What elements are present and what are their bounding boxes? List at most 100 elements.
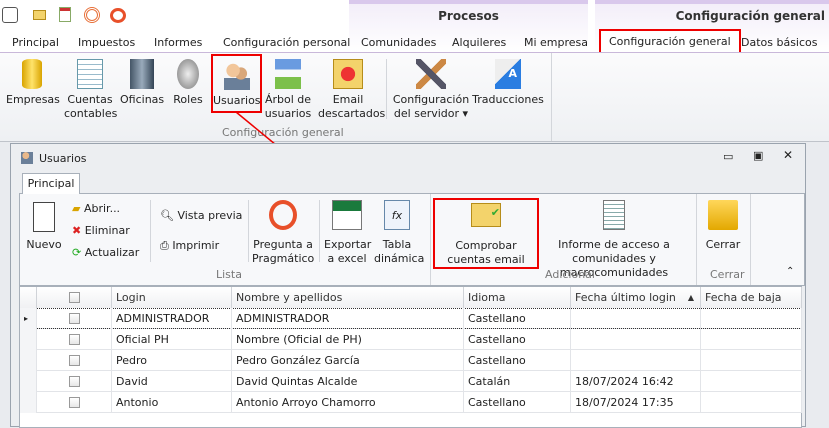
collapse-ribbon-icon[interactable]: ⌃: [786, 266, 794, 277]
checkbox[interactable]: [69, 292, 80, 303]
label: Imprimir: [172, 239, 220, 252]
vista-previa-button[interactable]: 🔍︎ Vista previa: [160, 209, 242, 223]
table-row[interactable]: Pedro Pedro González García Castellano: [20, 350, 802, 371]
tab-principal[interactable]: Principal: [22, 173, 80, 194]
group-label-lista: Lista: [216, 268, 242, 281]
row-indicator: [20, 329, 37, 350]
column-fecha-baja[interactable]: Fecha de baja: [701, 287, 802, 308]
report-icon: [603, 200, 625, 230]
label: Fecha último login: [575, 291, 676, 304]
abrir-button[interactable]: ▰ Abrir...: [72, 202, 120, 216]
label: Exportar a excel: [324, 238, 372, 265]
checkbox[interactable]: [69, 397, 80, 408]
cell: [701, 371, 802, 392]
row-select[interactable]: [37, 371, 112, 392]
cell: [701, 329, 802, 350]
separator: [430, 194, 431, 285]
column-nombre[interactable]: Nombre y apellidos: [232, 287, 464, 308]
robot-icon: [269, 200, 297, 230]
email-check-icon: ✔: [471, 203, 501, 227]
nuevo-button[interactable]: Nuevo: [24, 202, 64, 252]
table-row[interactable]: David David Quintas Alcalde Catalán 18/07/2…: [20, 371, 802, 392]
column-idioma[interactable]: Idioma: [464, 287, 571, 308]
table-row[interactable]: Antonio Antonio Arroyo Chamorro Castellano…: [20, 392, 802, 413]
cell: 18/07/2024 16:42: [571, 371, 701, 392]
window-ribbon: Nuevo ▰ Abrir... ✖ Eliminar ⟳ Actualizar…: [19, 193, 805, 286]
row-select[interactable]: [37, 329, 112, 350]
label: Vista previa: [177, 209, 243, 222]
cell: [701, 308, 802, 329]
minimize-button[interactable]: ▭: [723, 150, 733, 163]
cell: ADMINISTRADOR: [112, 308, 232, 329]
select-all-header[interactable]: [37, 287, 112, 308]
comprobar-cuentas-button[interactable]: ✔ Comprobar cuentas email: [433, 198, 539, 269]
separator: [150, 200, 151, 262]
group-label-adicional: Adicional: [545, 268, 595, 281]
imprimir-button[interactable]: ⎙ Imprimir: [160, 239, 219, 253]
users-icon: [21, 152, 33, 164]
pregunta-button[interactable]: Pregunta a Pragmático: [252, 200, 314, 266]
cell: [701, 392, 802, 413]
users-grid: Login Nombre y apellidos Idioma Fecha úl…: [19, 286, 802, 428]
cell: [571, 350, 701, 371]
table-row[interactable]: Oficial PH Nombre (Oficial de PH) Castella…: [20, 329, 802, 350]
function-icon: fx: [384, 200, 410, 230]
separator: [750, 194, 751, 285]
window-title: Usuarios: [39, 152, 87, 165]
row-indicator: ▸: [20, 308, 37, 329]
checkbox[interactable]: [69, 313, 80, 324]
cell: ADMINISTRADOR: [232, 308, 464, 329]
label: Abrir...: [83, 202, 121, 215]
grid-header: Login Nombre y apellidos Idioma Fecha úl…: [20, 287, 802, 308]
folder-exit-icon: [708, 200, 738, 230]
cell: Antonio Arroyo Chamorro: [232, 392, 464, 413]
refresh-icon: ⟳: [72, 246, 82, 259]
eliminar-button[interactable]: ✖ Eliminar: [72, 224, 130, 238]
row-indicator: [20, 371, 37, 392]
cell: Oficial PH: [112, 329, 232, 350]
checkbox[interactable]: [69, 334, 80, 345]
group-label-cerrar: Cerrar: [710, 268, 745, 281]
cell: Castellano: [464, 392, 571, 413]
printer-icon: ⎙: [160, 239, 169, 252]
cell: [571, 308, 701, 329]
sort-ascending-icon: ▲: [687, 293, 694, 302]
checkbox[interactable]: [69, 355, 80, 366]
cell: Catalán: [464, 371, 571, 392]
row-select[interactable]: [37, 392, 112, 413]
table-row[interactable]: ▸ ADMINISTRADOR ADMINISTRADOR Castellano: [20, 308, 802, 329]
cerrar-button[interactable]: Cerrar: [702, 200, 744, 252]
exportar-button[interactable]: Exportar a excel: [324, 200, 372, 266]
cell: 18/07/2024 17:35: [571, 392, 701, 413]
column-fecha-ultimo-login[interactable]: Fecha último login ▲: [571, 287, 701, 308]
separator: [319, 200, 320, 262]
new-document-icon: [33, 202, 55, 232]
actualizar-button[interactable]: ⟳ Actualizar: [72, 246, 139, 260]
separator: [696, 194, 697, 285]
tabla-dinamica-button[interactable]: fx Tabla dinámica: [374, 200, 424, 266]
preview-icon: 🔍︎: [160, 209, 174, 222]
cell: Castellano: [464, 308, 571, 329]
cell: [701, 350, 802, 371]
label: Pregunta a Pragmático: [252, 238, 315, 265]
checkbox[interactable]: [69, 376, 80, 387]
cell: Pedro González García: [232, 350, 464, 371]
label: Comprobar cuentas email: [447, 239, 525, 266]
indicator-header: [20, 287, 37, 308]
excel-icon: [332, 200, 362, 230]
row-select[interactable]: [37, 350, 112, 371]
cell: Nombre (Oficial de PH): [232, 329, 464, 350]
label: Tabla dinámica: [374, 238, 425, 265]
row-indicator: [20, 350, 37, 371]
column-login[interactable]: Login: [112, 287, 232, 308]
cell: [571, 329, 701, 350]
label: Cerrar: [705, 238, 741, 251]
close-button[interactable]: ✕: [783, 148, 793, 162]
label: Eliminar: [84, 224, 130, 237]
cell: Castellano: [464, 350, 571, 371]
label: Actualizar: [84, 246, 140, 259]
cell: Antonio: [112, 392, 232, 413]
restore-button[interactable]: ▣: [753, 149, 763, 162]
row-select[interactable]: [37, 308, 112, 329]
delete-icon: ✖: [72, 224, 82, 237]
